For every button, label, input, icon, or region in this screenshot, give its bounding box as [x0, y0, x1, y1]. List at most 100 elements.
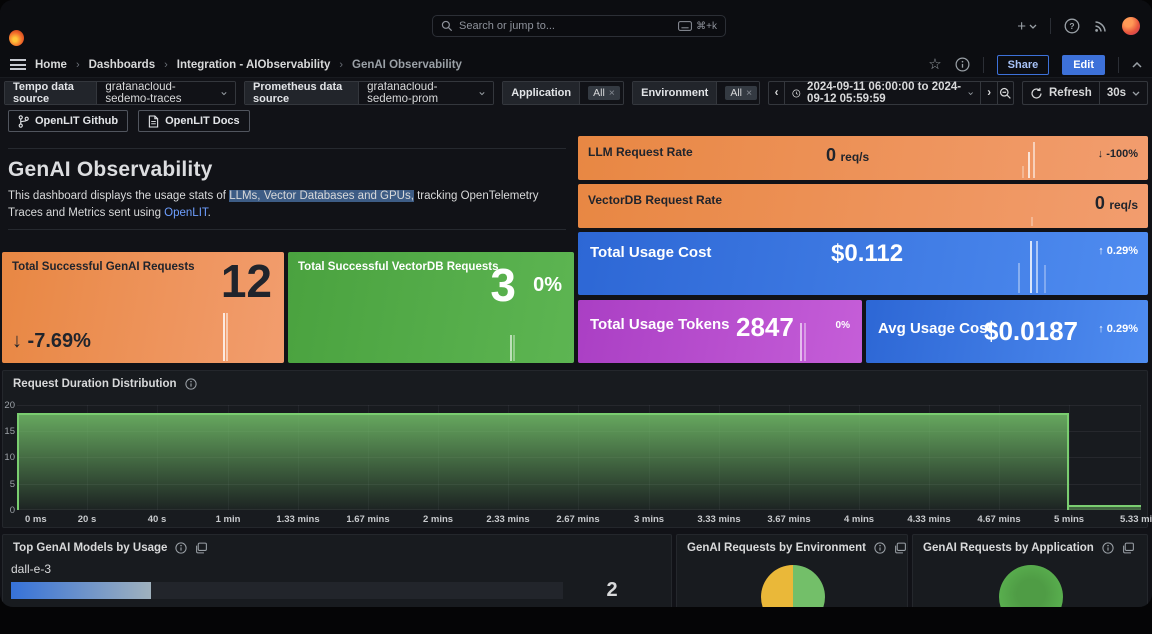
panel-links-icon[interactable] — [195, 542, 208, 554]
help-icon[interactable]: ? — [1064, 18, 1080, 34]
info-icon[interactable] — [874, 542, 886, 554]
refresh-button[interactable]: Refresh — [1022, 81, 1099, 105]
y-tick: 10 — [4, 452, 15, 463]
remove-tag-icon[interactable]: × — [609, 87, 615, 99]
panel-links-icon[interactable] — [894, 542, 907, 554]
panel-links-icon[interactable] — [1122, 542, 1135, 554]
stat-value: $0.112 — [831, 240, 904, 267]
tempo-datasource-picker[interactable]: Tempo data source grafanacloud-sedemo-tr… — [4, 81, 237, 105]
grafana-logo-icon[interactable] — [9, 30, 24, 46]
y-tick: 20 — [4, 400, 15, 411]
application-selected-tag[interactable]: All × — [588, 86, 620, 100]
panel-llm-request-rate[interactable]: LLM Request Rate 0 req/s ↓ -100% — [578, 136, 1148, 180]
x-tick: 1 min — [215, 514, 241, 525]
search-input[interactable]: Search or jump to... ⌘+k — [432, 15, 726, 37]
x-tick: 1.33 mins — [276, 514, 320, 525]
x-tick: 2.67 mins — [556, 514, 600, 525]
pie-chart-application[interactable] — [999, 565, 1063, 607]
share-button[interactable]: Share — [996, 54, 1050, 75]
remove-tag-icon[interactable]: × — [746, 87, 752, 99]
stat-trend: ↓ -7.69% — [12, 330, 91, 352]
refresh-interval-picker[interactable]: 30s — [1098, 81, 1149, 105]
intro-text-panel: GenAI Observability This dashboard displ… — [8, 148, 566, 230]
environment-selected-tag[interactable]: All × — [725, 86, 758, 100]
breadcrumb-home[interactable]: Home — [35, 59, 67, 71]
info-icon[interactable] — [184, 378, 197, 390]
star-icon[interactable]: ☆ — [928, 57, 941, 72]
panel-genai-requests-by-environment[interactable]: GenAI Requests by Environment — [676, 534, 908, 607]
panel-title: Total Successful GenAI Requests — [12, 261, 195, 273]
openlit-docs-link[interactable]: OpenLIT Docs — [138, 110, 250, 132]
search-shortcut: ⌘+k — [696, 20, 717, 32]
top-nav: Search or jump to... ⌘+k + ? — [0, 0, 1152, 52]
prometheus-datasource-label: Prometheus data source — [245, 82, 360, 104]
x-tick: 3 mins — [633, 514, 665, 525]
panel-title: Top GenAI Models by Usage — [13, 542, 168, 554]
description-highlight: LLMs, Vector Databases and GPUs, — [229, 190, 414, 202]
sparkline — [510, 335, 512, 361]
breadcrumb-separator-icon: › — [164, 58, 168, 71]
time-range-picker[interactable]: 2024-09-11 06:00:00 to 2024-09-12 05:59:… — [784, 81, 981, 105]
sparkline — [1028, 152, 1030, 178]
chevron-up-icon[interactable] — [1132, 61, 1142, 68]
panel-total-usage-tokens[interactable]: Total Usage Tokens 2847 0% — [578, 300, 862, 363]
dashboard-controls: Tempo data source grafanacloud-sedemo-tr… — [0, 78, 1152, 108]
panel-title: Request Duration Distribution — [13, 378, 177, 390]
insights-info-icon[interactable] — [955, 57, 970, 72]
histogram-plot-area[interactable] — [17, 405, 1141, 510]
y-tick: 15 — [4, 426, 15, 437]
breadcrumb-folder[interactable]: Integration - AIObservability — [177, 59, 331, 71]
stat-value: 2847 — [736, 312, 794, 342]
dashboard-title: GenAI Observability — [8, 158, 213, 181]
chevron-down-icon — [479, 91, 485, 95]
info-icon[interactable] — [175, 542, 188, 554]
menu-hamburger-icon[interactable] — [10, 59, 26, 70]
pie-chart-environment[interactable] — [761, 565, 825, 607]
sparkline — [1018, 263, 1020, 293]
breadcrumb-current: GenAI Observability — [352, 58, 462, 71]
environment-variable-picker[interactable]: Environment All× × — [632, 81, 760, 105]
dashboard-grid: GenAI Observability This dashboard displ… — [0, 134, 1152, 607]
stat-value: 0 — [1094, 193, 1105, 213]
panel-top-genai-models[interactable]: Top GenAI Models by Usage dall-e-3 2 gpt… — [2, 534, 672, 607]
panel-title: Total Usage Tokens — [590, 316, 730, 333]
x-tick: 4.33 mins — [907, 514, 951, 525]
refresh-icon — [1031, 87, 1042, 99]
panel-title: LLM Request Rate — [588, 145, 693, 159]
tempo-datasource-value[interactable]: grafanacloud-sedemo-traces — [105, 82, 214, 104]
openlit-github-label: OpenLIT Github — [35, 115, 119, 127]
panel-total-successful-genai-requests[interactable]: Total Successful GenAI Requests 12 ↓ -7.… — [2, 252, 284, 363]
x-tick: 4.67 mins — [977, 514, 1021, 525]
openlit-github-link[interactable]: OpenLIT Github — [8, 110, 129, 132]
panel-title: VectorDB Request Rate — [588, 193, 723, 207]
time-shift-forward-button[interactable]: › — [980, 81, 998, 105]
prometheus-datasource-picker[interactable]: Prometheus data source grafanacloud-sede… — [244, 81, 495, 105]
zoom-out-time-button[interactable] — [997, 81, 1015, 105]
edit-button[interactable]: Edit — [1062, 54, 1105, 75]
panel-vectordb-request-rate[interactable]: VectorDB Request Rate 0 req/s — [578, 184, 1148, 228]
openlit-inline-link[interactable]: OpenLIT — [164, 207, 207, 219]
sparkline — [513, 335, 515, 361]
divider — [982, 56, 984, 73]
stat-trend: ↑ 0.29% — [1098, 245, 1138, 257]
stat-value: 0 — [826, 145, 837, 165]
time-range-text: 2024-09-11 06:00:00 to 2024-09-12 05:59:… — [807, 81, 962, 105]
panel-request-duration-distribution[interactable]: Request Duration Distribution 20 15 10 5… — [2, 370, 1152, 528]
breadcrumb-dashboards[interactable]: Dashboards — [89, 59, 155, 71]
application-variable-picker[interactable]: Application All× × — [502, 81, 625, 105]
x-tick: 2 mins — [422, 514, 454, 525]
sparkline — [1044, 265, 1046, 293]
panel-total-usage-cost[interactable]: Total Usage Cost $0.112 ↑ 0.29% — [578, 232, 1148, 295]
panel-genai-requests-by-application[interactable]: GenAI Requests by Application — [912, 534, 1148, 607]
time-shift-back-button[interactable]: ‹ — [767, 81, 785, 105]
user-avatar[interactable] — [1122, 17, 1140, 35]
stat-unit: req/s — [1109, 198, 1138, 212]
news-rss-icon[interactable] — [1093, 18, 1109, 34]
stat-trend: ↓ -100% — [1097, 148, 1138, 160]
info-icon[interactable] — [1102, 542, 1114, 554]
x-tick: 1.67 mins — [346, 514, 390, 525]
add-button[interactable]: + — [1017, 19, 1037, 34]
panel-avg-usage-cost[interactable]: Avg Usage Cost $0.0187 ↑ 0.29% — [866, 300, 1148, 363]
prometheus-datasource-value[interactable]: grafanacloud-sedemo-prom — [367, 82, 472, 104]
panel-total-successful-vectordb-requests[interactable]: Total Successful VectorDB Requests 3 0% — [288, 252, 574, 363]
